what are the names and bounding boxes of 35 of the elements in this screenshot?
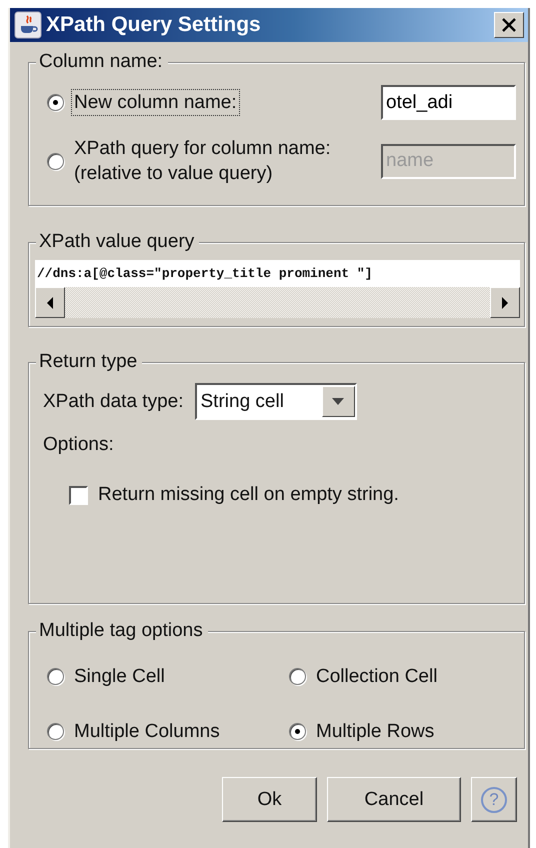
radio-button[interactable] xyxy=(289,668,306,684)
scroll-right-button[interactable] xyxy=(490,287,520,318)
group-title: XPath value query xyxy=(36,231,200,253)
checkbox-label: Return missing cell on empty string. xyxy=(98,484,399,506)
group-title: Multiple tag options xyxy=(36,620,208,642)
group-title: Return type xyxy=(36,351,142,373)
ok-button[interactable]: Ok xyxy=(222,777,317,822)
horizontal-scrollbar[interactable] xyxy=(35,287,520,318)
radio-button[interactable] xyxy=(47,94,64,111)
dropdown-button[interactable] xyxy=(322,386,354,417)
radio-button[interactable] xyxy=(47,668,64,684)
radio-button[interactable] xyxy=(47,152,64,170)
options-label: Options: xyxy=(43,434,114,456)
radio-label: New column name: xyxy=(72,90,239,115)
close-icon xyxy=(501,17,517,33)
query-field[interactable]: //dns:a[@class="property_title prominent "] xyxy=(35,260,520,287)
text-field[interactable]: otel_adi xyxy=(381,85,516,120)
field-label: XPath data type: xyxy=(43,390,184,412)
cancel-button[interactable]: Cancel xyxy=(327,777,461,822)
checkbox[interactable] xyxy=(69,486,88,504)
radio-label: Multiple Rows xyxy=(315,720,436,744)
close-button[interactable] xyxy=(494,12,524,38)
radio-button[interactable] xyxy=(289,722,306,740)
data-type-dropdown[interactable]: String cell xyxy=(194,383,356,420)
caret-icon xyxy=(332,398,344,405)
radio-button[interactable] xyxy=(47,722,64,740)
radio-label: Collection Cell xyxy=(315,664,438,688)
radio-label: Multiple Columns xyxy=(73,720,221,744)
window-title: XPath Query Settings xyxy=(46,13,262,37)
coffee-cup-icon xyxy=(14,11,42,39)
scroll-left-button[interactable] xyxy=(35,287,65,318)
radio-label: XPath query for column name: (relative to value query) xyxy=(73,137,332,186)
right-arrow-icon xyxy=(501,296,509,308)
left-arrow-icon xyxy=(46,296,54,308)
radio-label: Single Cell xyxy=(73,664,166,688)
